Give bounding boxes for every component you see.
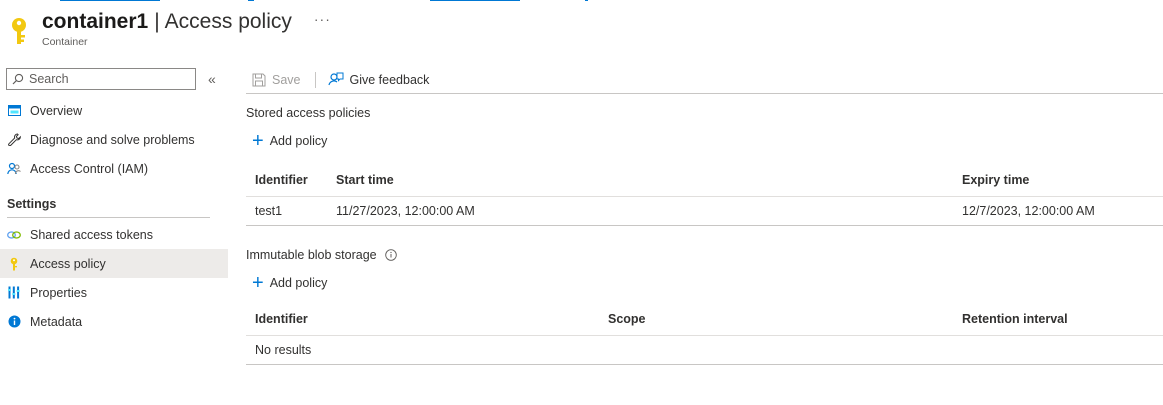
column-header-identifier[interactable]: Identifier	[246, 303, 608, 336]
column-header-identifier[interactable]: Identifier	[246, 164, 336, 197]
plus-icon: +	[252, 130, 264, 152]
sidebar-nav: Overview Diagnose and solve problems Acc…	[0, 96, 228, 336]
sidebar-item-access-policy[interactable]: Access policy	[0, 249, 228, 278]
immutable-storage-title: Immutable blob storage	[246, 248, 1163, 262]
sidebar-item-label: Access policy	[30, 256, 106, 271]
immutable-policies-table: Identifier Scope Retention interval No r…	[246, 303, 1163, 365]
wrench-icon	[7, 133, 21, 147]
feedback-icon	[327, 72, 343, 86]
sidebar-item-metadata[interactable]: Metadata	[0, 307, 228, 336]
sidebar-item-access-control[interactable]: Access Control (IAM)	[0, 154, 228, 183]
add-immutable-policy-button[interactable]: + Add policy	[252, 271, 1163, 294]
cell-expiry-time: 12/7/2023, 12:00:00 AM	[962, 196, 1163, 226]
section-divider	[7, 217, 210, 218]
link-icon	[7, 228, 21, 242]
save-label: Save	[272, 72, 301, 87]
add-policy-label: Add policy	[269, 275, 328, 290]
sidebar-item-shared-access-tokens[interactable]: Shared access tokens	[0, 220, 228, 249]
save-icon	[252, 73, 266, 86]
breadcrumb-overflow	[0, 0, 1163, 4]
properties-icon	[7, 286, 21, 300]
stored-policies-table: Identifier Start time Expiry time test1 …	[246, 164, 1163, 226]
immutable-storage-label: Immutable blob storage	[246, 247, 377, 262]
column-header-scope[interactable]: Scope	[608, 303, 962, 336]
sidebar-item-label: Access Control (IAM)	[30, 161, 149, 176]
title-separator: |	[154, 10, 160, 33]
sidebar-item-label: Shared access tokens	[30, 227, 153, 242]
settings-section-header: Settings	[7, 197, 57, 211]
column-header-retention-interval[interactable]: Retention interval	[962, 303, 1163, 336]
collapse-sidebar-button[interactable]: «	[208, 71, 216, 87]
main-content: Save Give feedback Stored access policie…	[246, 66, 1163, 365]
cell-identifier: test1	[246, 196, 336, 226]
give-feedback-button[interactable]: Give feedback	[327, 72, 430, 87]
table-row[interactable]: test1 11/27/2023, 12:00:00 AM 12/7/2023,…	[246, 196, 1163, 226]
key-icon	[12, 18, 26, 44]
sidebar-item-label: Diagnose and solve problems	[30, 132, 195, 147]
table-header-row: Identifier Scope Retention interval	[246, 303, 1163, 336]
feedback-label: Give feedback	[349, 72, 430, 87]
sidebar-item-overview[interactable]: Overview	[0, 96, 228, 125]
people-icon	[7, 162, 21, 176]
page-subtitle-name: Access policy	[164, 10, 292, 33]
info-icon[interactable]	[384, 248, 397, 261]
stored-policies-title: Stored access policies	[246, 106, 371, 120]
info-icon	[7, 315, 21, 329]
add-policy-label: Add policy	[269, 134, 328, 148]
sidebar-item-properties[interactable]: Properties	[0, 278, 228, 307]
cell-start-time: 11/27/2023, 12:00:00 AM	[336, 196, 962, 226]
search-icon	[12, 73, 24, 85]
table-row: No results	[246, 335, 1163, 365]
add-stored-policy-button[interactable]: + Add policy	[252, 130, 1163, 152]
column-header-start-time[interactable]: Start time	[336, 164, 962, 197]
toolbar-divider	[314, 71, 316, 88]
sidebar-item-label: Overview	[30, 103, 83, 118]
sidebar-item-label: Metadata	[30, 314, 83, 329]
resource-type: Container	[42, 36, 88, 48]
search-placeholder: Search	[29, 72, 69, 86]
save-button[interactable]: Save	[252, 73, 301, 87]
sidebar-item-label: Properties	[30, 285, 87, 300]
column-header-expiry-time[interactable]: Expiry time	[962, 164, 1163, 197]
plus-icon: +	[252, 271, 264, 294]
table-header-row: Identifier Start time Expiry time	[246, 164, 1163, 197]
key-icon	[7, 257, 21, 271]
more-options-icon[interactable]: ···	[314, 11, 331, 27]
sidebar-item-diagnose[interactable]: Diagnose and solve problems	[0, 125, 228, 154]
page-header: container1 | Access policy ··· Container	[6, 10, 331, 56]
page-title: container1	[42, 10, 149, 33]
command-bar: Save Give feedback	[246, 66, 1163, 94]
overview-icon	[7, 104, 21, 118]
search-input[interactable]: Search	[6, 68, 196, 90]
empty-results-message: No results	[246, 335, 1163, 365]
